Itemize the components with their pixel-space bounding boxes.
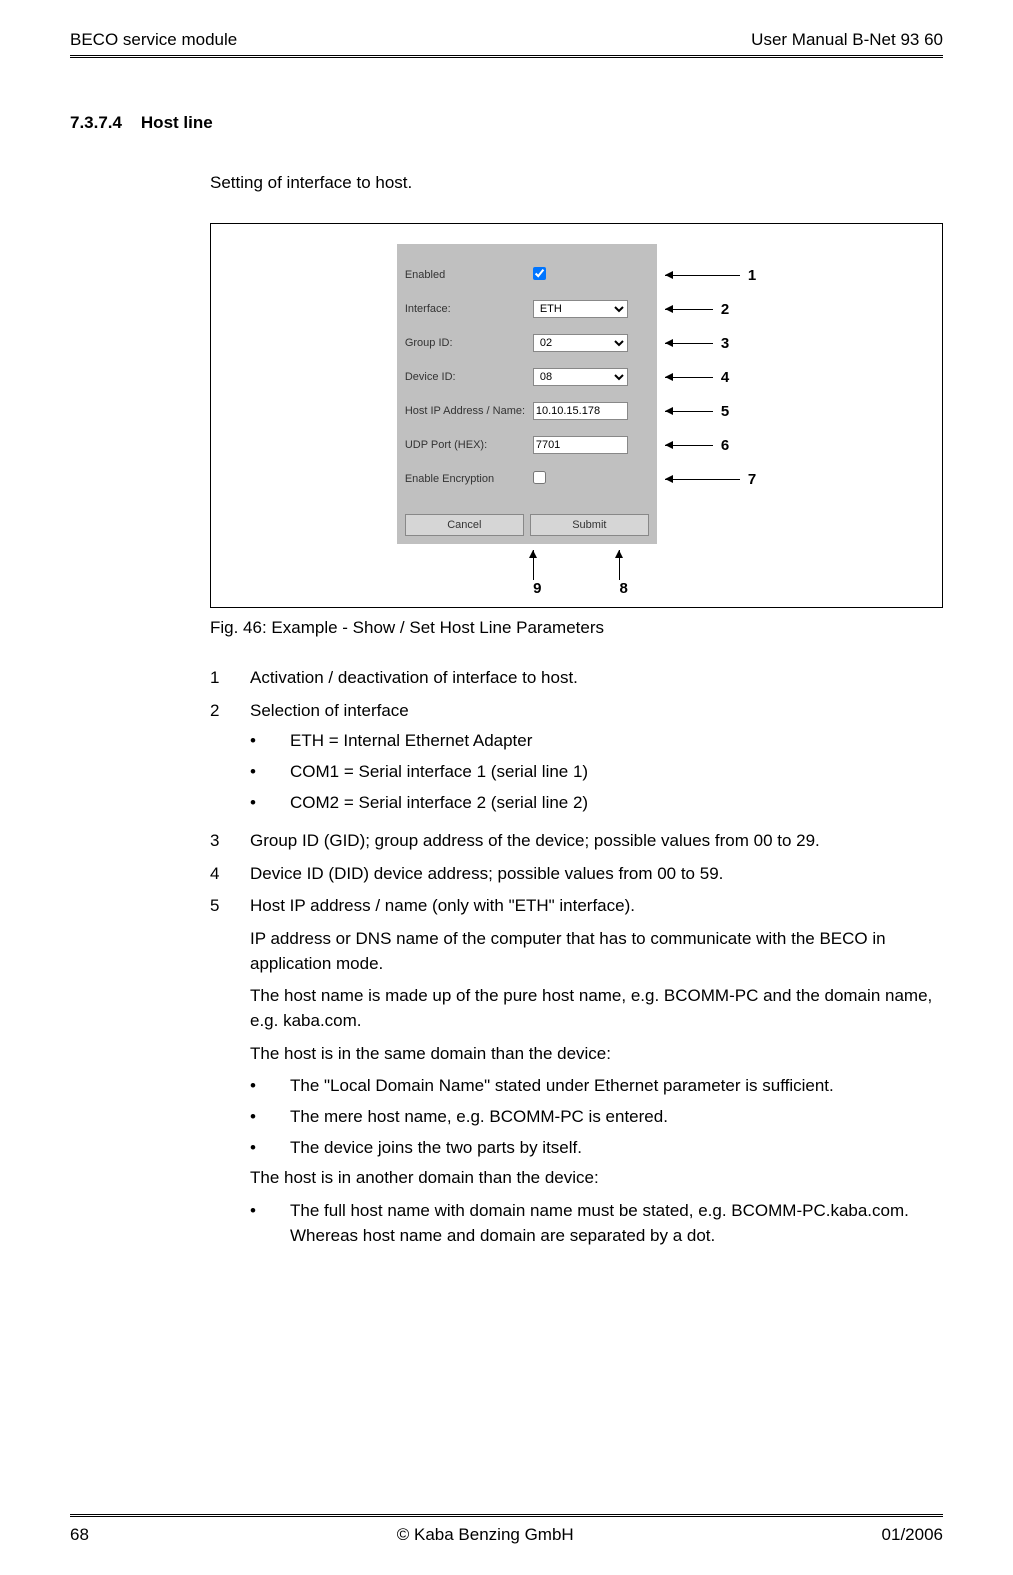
udp-input[interactable] [533,436,628,454]
submit-button[interactable]: Submit [530,514,649,536]
bullet-icon: • [250,760,290,785]
annot-3: 3 [721,335,729,352]
device-select[interactable]: 08 [533,368,628,386]
cancel-button[interactable]: Cancel [405,514,524,536]
item-num: 2 [210,699,250,822]
bullet-text: The full host name with domain name must… [290,1199,943,1248]
item-num: 4 [210,862,250,887]
enabled-label: Enabled [405,269,533,281]
bullet-text: COM2 = Serial interface 2 (serial line 2… [290,791,588,816]
bullet-icon: • [250,729,290,754]
arrow-icon [665,377,713,378]
bullet-text: The "Local Domain Name" stated under Eth… [290,1074,834,1099]
bullet-text: ETH = Internal Ethernet Adapter [290,729,532,754]
bullet-text: The mere host name, e.g. BCOMM-PC is ent… [290,1105,668,1130]
annotations-right: 1 2 3 4 5 6 7 [665,244,756,496]
item-body: Activation / deactivation of interface t… [250,666,943,691]
header-right: User Manual B-Net 93 60 [751,30,943,50]
para: The host is in another domain than the d… [250,1166,943,1191]
para: IP address or DNS name of the computer t… [250,927,943,976]
group-select[interactable]: 02 [533,334,628,352]
arrow-up-icon [533,550,534,580]
bullet-text: COM1 = Serial interface 1 (serial line 1… [290,760,588,785]
item-list: 1 Activation / deactivation of interface… [210,666,943,1254]
footer: 68 © Kaba Benzing GmbH 01/2006 [70,1514,943,1545]
section-number: 7.3.7.4 [70,113,122,132]
encrypt-checkbox[interactable] [533,471,546,484]
encrypt-label: Enable Encryption [405,473,533,485]
arrow-icon [665,343,713,344]
dialog-panel: Enabled Interface: ETH Group ID: 02 Devi… [397,244,657,544]
annot-5: 5 [721,403,729,420]
item-body: Group ID (GID); group address of the dev… [250,829,943,854]
list-item: 3 Group ID (GID); group address of the d… [210,829,943,854]
hostip-input[interactable] [533,402,628,420]
list-item: 1 Activation / deactivation of interface… [210,666,943,691]
udp-label: UDP Port (HEX): [405,439,533,451]
header-left: BECO service module [70,30,237,50]
arrow-icon [665,309,713,310]
list-item: 5 Host IP address / name (only with "ETH… [210,894,943,1254]
section-heading: 7.3.7.4 Host line [70,113,943,133]
annot-1: 1 [748,267,756,284]
arrow-icon [665,411,713,412]
annot-9: 9 [533,580,541,597]
annot-6: 6 [721,437,729,454]
footer-center: © Kaba Benzing GmbH [397,1525,574,1545]
enabled-checkbox[interactable] [533,267,546,280]
bullet-icon: • [250,791,290,816]
arrow-icon [665,445,713,446]
item-text: Selection of interface [250,701,409,720]
group-label: Group ID: [405,337,533,349]
intro-text: Setting of interface to host. [210,173,943,193]
interface-select[interactable]: ETH [533,300,628,318]
bullet-text: The device joins the two parts by itself… [290,1136,582,1161]
item-num: 3 [210,829,250,854]
arrow-up-icon [619,550,620,580]
item-num: 5 [210,894,250,1254]
page-number: 68 [70,1525,89,1545]
annot-2: 2 [721,301,729,318]
item-text: Host IP address / name (only with "ETH" … [250,894,943,919]
bullet-icon: • [250,1074,290,1099]
list-item: 4 Device ID (DID) device address; possib… [210,862,943,887]
hostip-label: Host IP Address / Name: [405,405,533,417]
bullet-icon: • [250,1105,290,1130]
item-body: Device ID (DID) device address; possible… [250,862,943,887]
section-title: Host line [141,113,213,132]
annot-8: 8 [620,580,628,597]
bullet-icon: • [250,1136,290,1161]
arrow-icon [665,479,740,480]
annot-4: 4 [721,369,729,386]
footer-rule [70,1514,943,1517]
device-label: Device ID: [405,371,533,383]
arrow-icon [665,275,740,276]
item-num: 1 [210,666,250,691]
annot-7: 7 [748,471,756,488]
footer-date: 01/2006 [882,1525,943,1545]
header-rule [70,55,943,58]
figure-box: Enabled Interface: ETH Group ID: 02 Devi… [210,223,943,608]
para: The host is in the same domain than the … [250,1042,943,1067]
para: The host name is made up of the pure hos… [250,984,943,1033]
interface-label: Interface: [405,303,533,315]
list-item: 2 Selection of interface •ETH = Internal… [210,699,943,822]
bullet-icon: • [250,1199,290,1248]
figure-caption: Fig. 46: Example - Show / Set Host Line … [210,618,943,638]
